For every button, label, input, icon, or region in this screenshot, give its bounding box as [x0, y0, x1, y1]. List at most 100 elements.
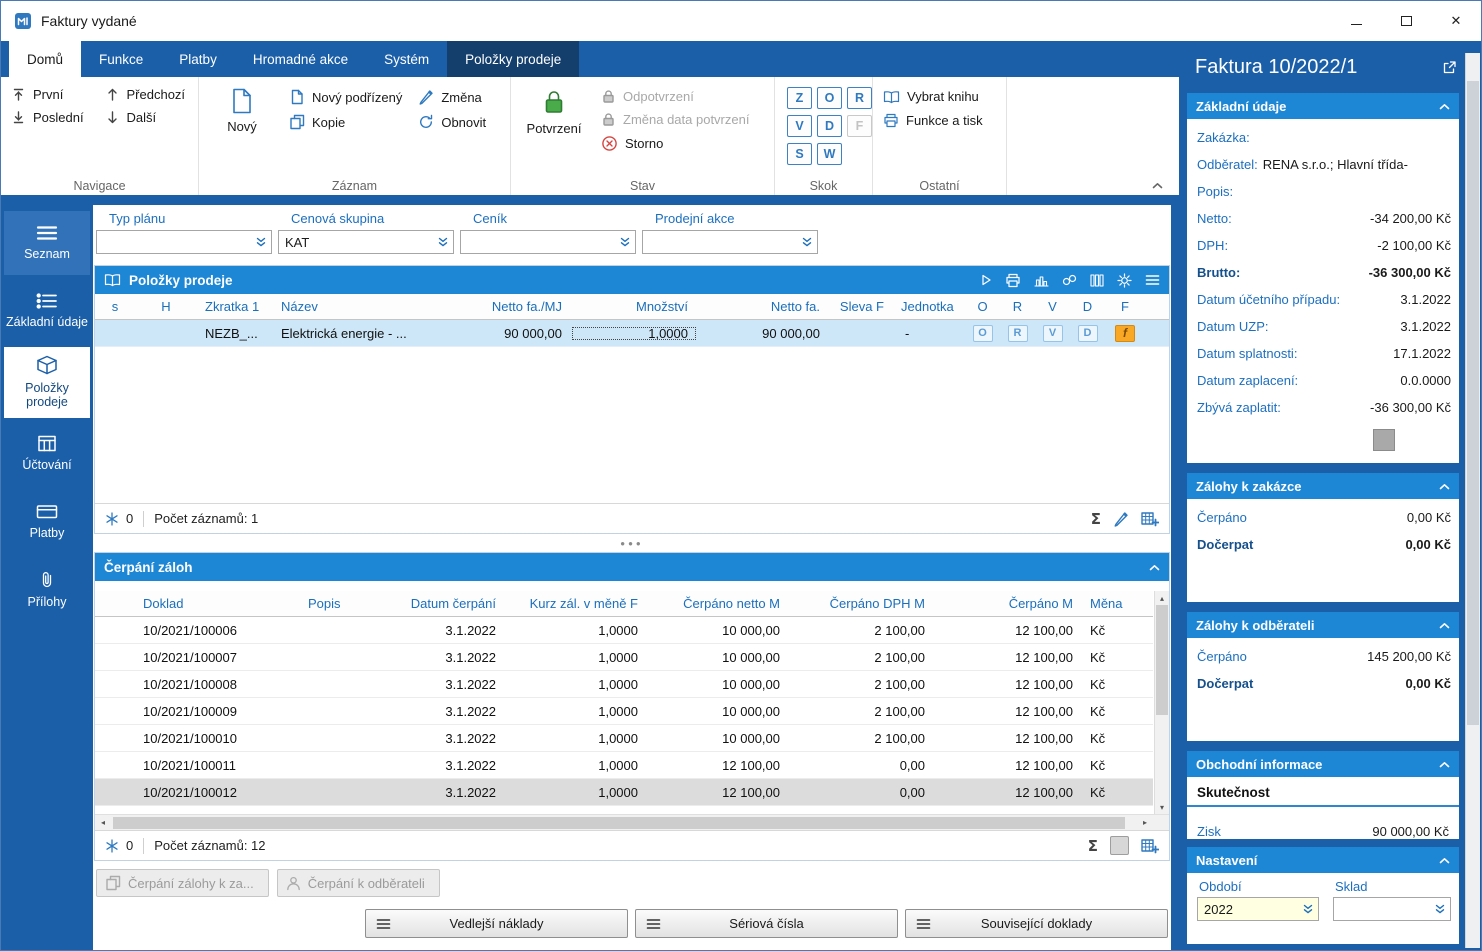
- chevron-up-icon[interactable]: [1439, 483, 1450, 490]
- skok-W-button[interactable]: W: [817, 143, 842, 165]
- polozky-column-header-4[interactable]: Název: [273, 299, 423, 314]
- polozky-column-header-6[interactable]: Množství: [571, 299, 697, 314]
- chart-icon[interactable]: [1034, 274, 1049, 287]
- bottom-button-2[interactable]: Sériová čísla: [635, 909, 898, 938]
- sidebar-item-1[interactable]: Seznam: [4, 211, 90, 275]
- sidebar-item-2[interactable]: Základní údaje: [4, 279, 90, 343]
- table-row[interactable]: 10/2021/100010 3.1.2022 1,0000 10 000,00 2 1…: [95, 725, 1153, 752]
- print-icon[interactable]: [1005, 273, 1021, 288]
- cerpani-column-header-6[interactable]: Čerpáno DPH M: [789, 596, 934, 611]
- skok-D-button[interactable]: D: [817, 115, 842, 137]
- tab-1[interactable]: Domů: [9, 41, 82, 77]
- filter-combo-2[interactable]: KAT: [278, 230, 454, 254]
- section-header-zalohy-zakazce[interactable]: Zálohy k zakázce: [1187, 473, 1459, 499]
- cerpani-column-header-7[interactable]: Čerpáno M: [934, 596, 1082, 611]
- cerpani-column-header-4[interactable]: Kurz zál. v měně F: [505, 596, 647, 611]
- filter-combo-3[interactable]: [460, 230, 636, 254]
- panel-splitter[interactable]: ●●●: [94, 534, 1170, 552]
- collapse-ribbon-button[interactable]: [1152, 182, 1163, 189]
- hscrollbar-track[interactable]: [111, 815, 1137, 831]
- scrollbar-thumb[interactable]: [1156, 605, 1168, 715]
- panel-scrollbar-thumb[interactable]: [1467, 81, 1479, 726]
- cerpani-column-header-2[interactable]: Popis: [300, 596, 395, 611]
- polozky-column-header-1[interactable]: s: [95, 299, 135, 314]
- chevron-up-icon[interactable]: [1439, 103, 1450, 110]
- menu-icon[interactable]: [1145, 274, 1160, 286]
- scrollbar-track[interactable]: [1155, 605, 1169, 800]
- section-header-nastaveni[interactable]: Nastavení: [1187, 847, 1459, 873]
- last-button[interactable]: Poslední: [11, 110, 89, 125]
- refresh-button[interactable]: Obnovit: [418, 114, 486, 130]
- table-row[interactable]: 10/2021/100012 3.1.2022 1,0000 12 100,00 0,0…: [95, 779, 1153, 806]
- next-button[interactable]: Další: [105, 110, 190, 125]
- sklad-combo[interactable]: [1333, 897, 1451, 921]
- popup-window-icon[interactable]: [1442, 60, 1457, 75]
- first-button[interactable]: První: [11, 87, 89, 102]
- relations-icon[interactable]: [1062, 274, 1077, 286]
- gear-icon[interactable]: [1117, 272, 1132, 288]
- sidebar-item-5[interactable]: Platby: [4, 490, 90, 554]
- close-button[interactable]: ✕: [1431, 1, 1481, 41]
- skok-O-button[interactable]: O: [817, 87, 842, 109]
- new-child-button[interactable]: Nový podřízený: [289, 89, 402, 105]
- previous-button[interactable]: Předchozí: [105, 87, 190, 102]
- polozky-column-header-11[interactable]: R: [1000, 299, 1035, 314]
- tab-4[interactable]: Hromadné akce: [235, 41, 366, 77]
- scroll-down-button[interactable]: ▾: [1155, 800, 1169, 814]
- table-row[interactable]: 10/2021/100007 3.1.2022 1,0000 10 000,00 2 1…: [95, 644, 1153, 671]
- edit-pencil-icon[interactable]: [1113, 511, 1129, 527]
- sidebar-item-4[interactable]: Účtování: [4, 422, 90, 486]
- table-row[interactable]: 10/2021/100008 3.1.2022 1,0000 10 000,00 2 1…: [95, 671, 1153, 698]
- tab-skutecnost[interactable]: Skutečnost: [1187, 777, 1459, 800]
- functions-print-button[interactable]: Funkce a tisk: [883, 113, 998, 128]
- chevron-up-icon[interactable]: [1439, 622, 1450, 629]
- section-header-zakladni[interactable]: Základní údaje: [1187, 93, 1459, 119]
- filter-combo-1[interactable]: [96, 230, 272, 254]
- sum-icon[interactable]: Σ: [1088, 837, 1098, 855]
- polozky-column-header-10[interactable]: O: [965, 299, 1000, 314]
- polozky-column-header-13[interactable]: D: [1070, 299, 1105, 314]
- run-icon[interactable]: [980, 274, 992, 286]
- sidebar-item-3[interactable]: Položky prodeje: [4, 347, 90, 418]
- table-row[interactable]: 10/2021/100011 3.1.2022 1,0000 12 100,00 0,0…: [95, 752, 1153, 779]
- polozky-column-header-12[interactable]: V: [1035, 299, 1070, 314]
- grid-plus-icon[interactable]: [1141, 838, 1159, 854]
- grid-plus-icon[interactable]: [1141, 511, 1159, 527]
- polozky-row[interactable]: NEZB_... Elektrická energie - ... 90 000…: [95, 320, 1169, 347]
- skok-V-button[interactable]: V: [787, 115, 812, 137]
- cell-mnozstvi[interactable]: 1,0000: [571, 326, 697, 341]
- horizontal-scrollbar[interactable]: ◂ ▸: [95, 814, 1169, 830]
- cerpani-column-header-5[interactable]: Čerpáno netto M: [647, 596, 789, 611]
- bottom-button-3[interactable]: Související doklady: [905, 909, 1168, 938]
- change-button[interactable]: Změna: [418, 89, 486, 105]
- sum-icon[interactable]: Σ: [1091, 510, 1101, 528]
- cerpani-column-header-1[interactable]: Doklad: [135, 596, 300, 611]
- polozky-column-header-3[interactable]: Zkratka 1: [197, 299, 273, 314]
- vertical-scrollbar[interactable]: ▴ ▾: [1154, 591, 1169, 814]
- scroll-left-button[interactable]: ◂: [95, 815, 111, 831]
- chevron-up-icon[interactable]: [1149, 564, 1160, 571]
- bottom-button-1[interactable]: Vedlejší náklady: [365, 909, 628, 938]
- skok-S-button[interactable]: S: [787, 143, 812, 165]
- chevron-up-icon[interactable]: [1439, 761, 1450, 768]
- tab-6[interactable]: Položky prodeje: [447, 41, 580, 77]
- table-row[interactable]: 10/2021/100006 3.1.2022 1,0000 10 000,00 2 1…: [95, 617, 1153, 644]
- polozky-column-header-5[interactable]: Netto fa./MJ: [423, 299, 571, 314]
- color-indicator[interactable]: [1373, 429, 1395, 451]
- polozky-column-header-8[interactable]: Sleva F: [829, 299, 893, 314]
- filter-combo-4[interactable]: [642, 230, 818, 254]
- table-row[interactable]: 10/2021/100009 3.1.2022 1,0000 10 000,00 2 1…: [95, 698, 1153, 725]
- section-header-obchodni[interactable]: Obchodní informace: [1187, 751, 1459, 777]
- cerpani-column-header-3[interactable]: Datum čerpání: [395, 596, 505, 611]
- hscrollbar-thumb[interactable]: [113, 816, 1125, 829]
- new-button[interactable]: Nový: [211, 85, 273, 134]
- section-header-zalohy-odberateli[interactable]: Zálohy k odběrateli: [1187, 612, 1459, 638]
- skok-R-button[interactable]: R: [847, 87, 872, 109]
- polozky-column-header-2[interactable]: H: [135, 299, 197, 314]
- tab-3[interactable]: Platby: [161, 41, 235, 77]
- tab-5[interactable]: Systém: [366, 41, 447, 77]
- cerpani-column-header-8[interactable]: Měna: [1082, 596, 1127, 611]
- sidebar-item-6[interactable]: Přílohy: [4, 558, 90, 622]
- maximize-button[interactable]: [1381, 1, 1431, 41]
- confirm-button[interactable]: Potvrzení: [523, 85, 585, 152]
